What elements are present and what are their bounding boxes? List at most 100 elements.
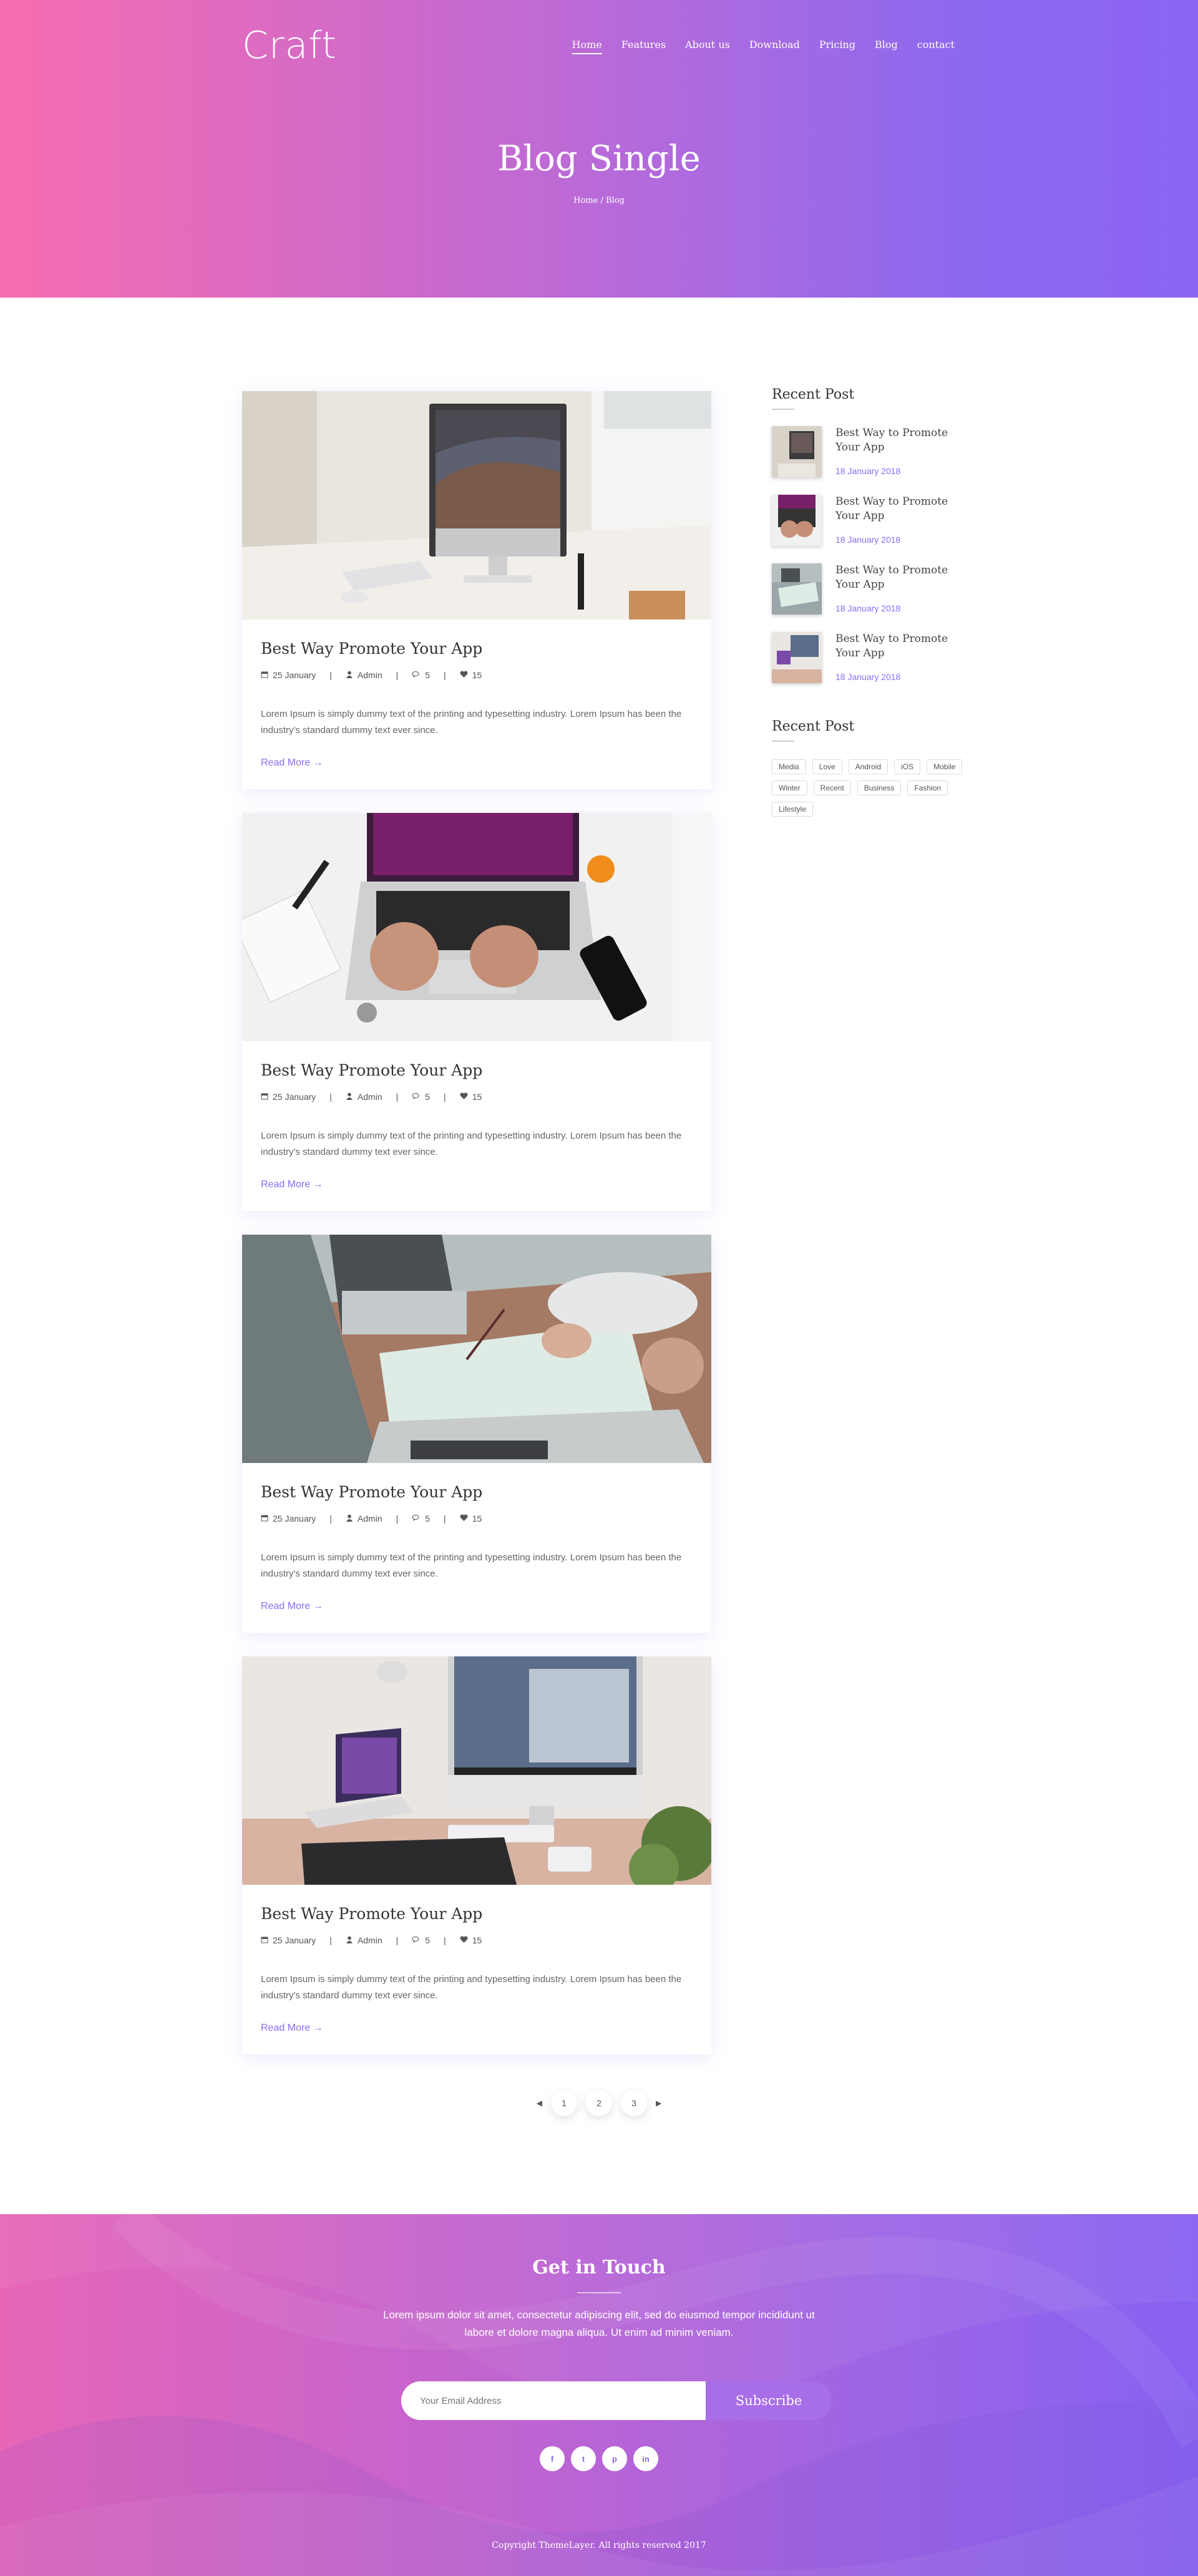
recent-post-title[interactable]: Best Way to Promote Your App (835, 632, 959, 661)
recent-post-title[interactable]: Best Way to Promote Your App (835, 495, 959, 523)
read-more-link[interactable]: Read More → (261, 757, 323, 769)
tag-ios[interactable]: iOS (894, 759, 921, 774)
post-date: 25 January (273, 670, 316, 680)
heart-icon (460, 1935, 468, 1945)
post-meta: 25 January | Admin | 5 | 15 (261, 1935, 693, 1945)
linkedin-icon[interactable]: in (633, 2446, 658, 2471)
email-input[interactable] (401, 2381, 706, 2420)
post-title[interactable]: Best Way Promote Your App (261, 639, 693, 658)
subscribe-button[interactable]: Subscribe (706, 2381, 832, 2420)
tag-recent[interactable]: Recent (813, 780, 851, 795)
tag-winter[interactable]: Winter (772, 780, 807, 795)
comments-icon (412, 1092, 421, 1102)
calendar-icon (261, 1092, 268, 1102)
tag-fashion[interactable]: Fashion (907, 780, 948, 795)
recent-post-title[interactable]: Best Way to Promote Your App (835, 426, 959, 455)
post-likes[interactable]: 15 (472, 1514, 482, 1524)
post-image[interactable] (242, 1235, 711, 1463)
breadcrumb: Home / Blog (573, 196, 625, 205)
twitter-icon[interactable]: t (571, 2446, 596, 2471)
read-more-link[interactable]: Read More → (261, 2023, 323, 2034)
post-title[interactable]: Best Way Promote Your App (261, 1905, 693, 1923)
post-likes[interactable]: 15 (472, 1092, 482, 1102)
recent-post-thumbnail[interactable] (772, 426, 822, 477)
tag-love[interactable]: Love (812, 759, 842, 774)
nav-home[interactable]: Home (572, 39, 603, 54)
nav-download[interactable]: Download (749, 39, 800, 51)
post-author[interactable]: Admin (358, 1514, 382, 1524)
recent-post-item[interactable]: Best Way to Promote Your App 18 January … (772, 495, 959, 547)
logo[interactable]: Craft (242, 24, 337, 67)
recent-post-item[interactable]: Best Way to Promote Your App 18 January … (772, 632, 959, 684)
post-likes[interactable]: 15 (472, 1935, 482, 1945)
user-icon (346, 1092, 353, 1102)
main-content: Best Way Promote Your App 25 January | A… (0, 298, 1198, 2214)
tags-title: Recent Post (772, 719, 855, 734)
read-more-link[interactable]: Read More → (261, 1179, 323, 1190)
calendar-icon (261, 1935, 268, 1945)
post-date: 25 January (273, 1514, 316, 1524)
next-page-button[interactable]: ▶ (656, 2099, 661, 2107)
recent-post-date: 18 January 2018 (835, 672, 901, 682)
page-1-button[interactable]: 1 (551, 2090, 577, 2116)
comments-icon (412, 1935, 421, 1945)
post-likes[interactable]: 15 (472, 670, 482, 680)
post-comments[interactable]: 5 (425, 1514, 430, 1524)
post-author[interactable]: Admin (358, 670, 382, 680)
nav-about[interactable]: About us (685, 39, 730, 51)
facebook-icon[interactable]: f (540, 2446, 565, 2471)
user-icon (346, 670, 353, 680)
footer-title: Get in Touch (532, 2257, 666, 2278)
post-comments[interactable]: 5 (425, 670, 430, 680)
recent-post-thumbnail[interactable] (772, 563, 822, 615)
subscribe-form: Subscribe (401, 2381, 832, 2420)
page-title: Blog Single (497, 139, 701, 179)
recent-post-item[interactable]: Best Way to Promote Your App 18 January … (772, 426, 959, 479)
post-meta: 25 January | Admin | 5 | 15 (261, 1092, 693, 1102)
pinterest-icon[interactable]: p (602, 2446, 627, 2471)
user-icon (346, 1935, 353, 1945)
heart-icon (460, 1092, 468, 1102)
user-icon (346, 1514, 353, 1524)
calendar-icon (261, 1514, 268, 1524)
post-excerpt: Lorem Ipsum is simply dummy text of the … (261, 1974, 682, 2001)
recent-post-title[interactable]: Best Way to Promote Your App (835, 563, 959, 592)
post-image[interactable] (242, 1656, 711, 1885)
copyright: Copyright ThemeLayer. All rights reserve… (492, 2540, 706, 2550)
footer: Get in Touch Lorem ipsum dolor sit amet,… (0, 2214, 1198, 2576)
nav-pricing[interactable]: Pricing (819, 39, 855, 51)
blog-post: Best Way Promote Your App 25 January | A… (242, 391, 711, 789)
recent-post-date: 18 January 2018 (835, 535, 901, 545)
main-nav: Home Features About us Download Pricing … (553, 39, 955, 54)
post-date: 25 January (273, 1935, 316, 1945)
prev-page-button[interactable]: ◀ (537, 2099, 542, 2107)
nav-blog[interactable]: Blog (875, 39, 898, 51)
nav-features[interactable]: Features (621, 39, 666, 51)
post-comments[interactable]: 5 (425, 1935, 430, 1945)
recent-post-thumbnail[interactable] (772, 632, 822, 683)
comments-icon (412, 1514, 421, 1524)
page-3-button[interactable]: 3 (621, 2090, 647, 2116)
recent-post-thumbnail[interactable] (772, 495, 822, 546)
recent-post-date: 18 January 2018 (835, 603, 901, 613)
post-comments[interactable]: 5 (425, 1092, 430, 1102)
nav-contact[interactable]: contact (917, 39, 955, 51)
blog-post: Best Way Promote Your App 25 January | A… (242, 1656, 711, 2054)
post-image[interactable] (242, 391, 711, 620)
post-title[interactable]: Best Way Promote Your App (261, 1483, 693, 1501)
post-title[interactable]: Best Way Promote Your App (261, 1061, 693, 1079)
tag-business[interactable]: Business (857, 780, 902, 795)
recent-posts-title: Recent Post (772, 387, 855, 402)
post-image[interactable] (242, 813, 711, 1041)
read-more-link[interactable]: Read More → (261, 1601, 323, 1612)
post-author[interactable]: Admin (358, 1935, 382, 1945)
post-author[interactable]: Admin (358, 1092, 382, 1102)
page-2-button[interactable]: 2 (586, 2090, 612, 2116)
tag-mobile[interactable]: Mobile (927, 759, 963, 774)
tag-media[interactable]: Media (772, 759, 806, 774)
divider (772, 409, 794, 410)
recent-post-item[interactable]: Best Way to Promote Your App 18 January … (772, 563, 959, 616)
tag-lifestyle[interactable]: Lifestyle (772, 802, 814, 817)
post-date: 25 January (273, 1092, 316, 1102)
tag-android[interactable]: Android (848, 759, 889, 774)
